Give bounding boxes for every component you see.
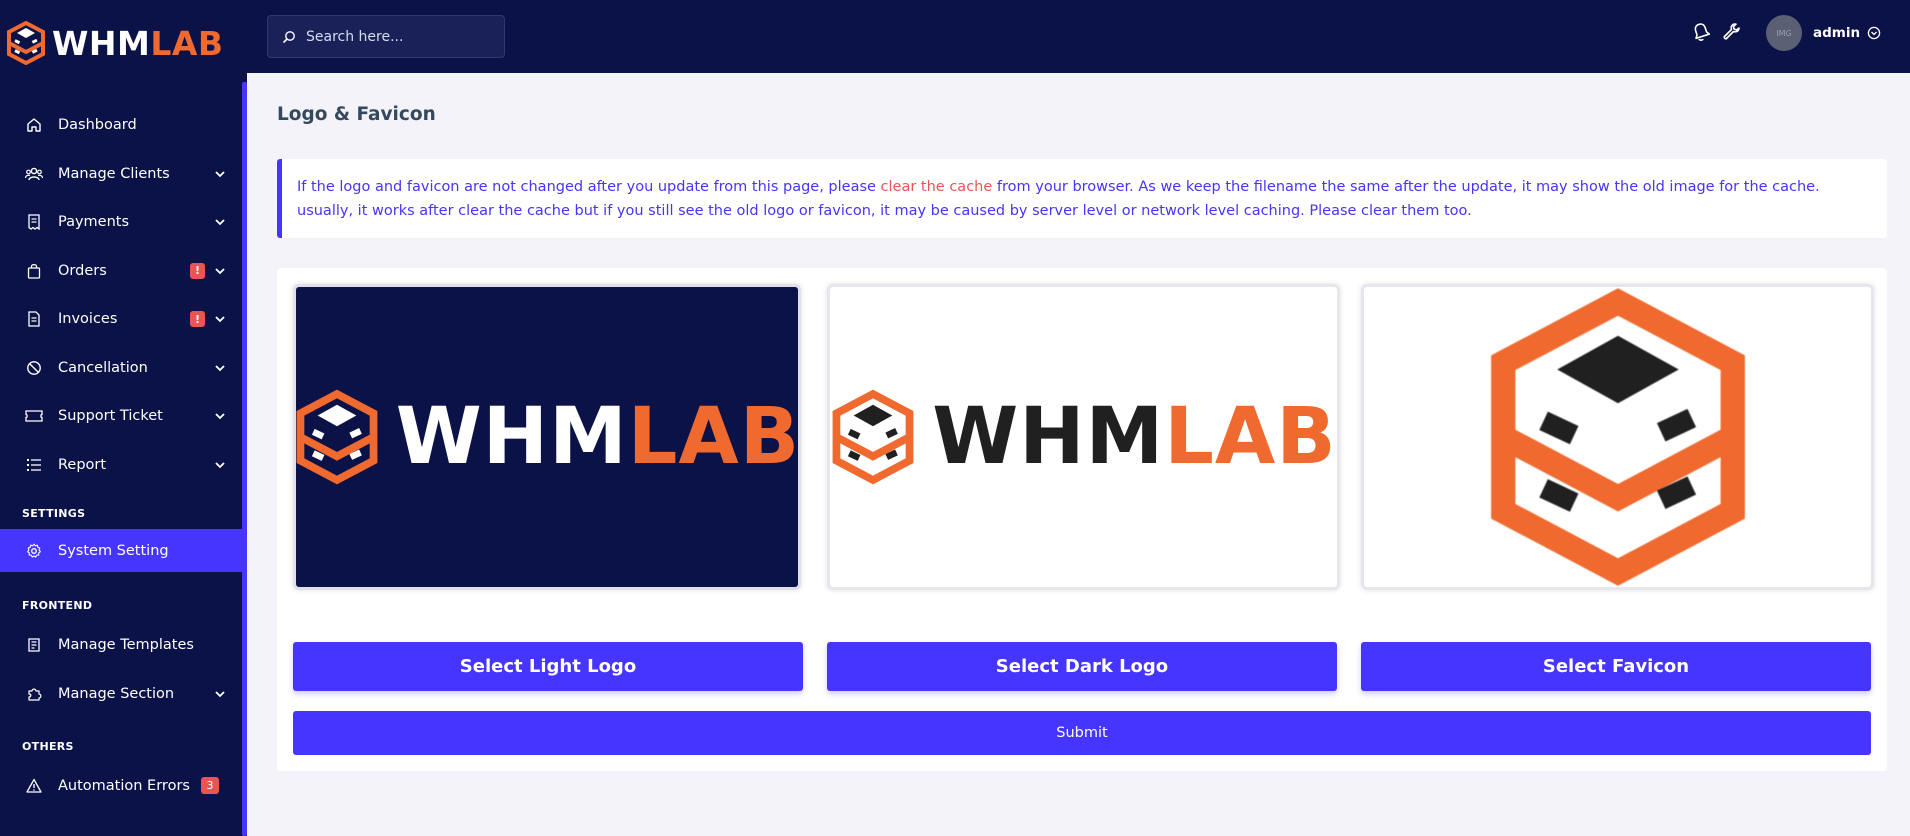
ticket-icon — [24, 406, 44, 426]
notice-clear-cache-text: clear the cache — [880, 179, 993, 195]
sidebar-heading-others: OTHERS — [22, 740, 74, 753]
submit-button[interactable]: Submit — [293, 711, 1871, 755]
dark-logo-image: WHMLAB — [830, 389, 1336, 485]
warning-icon — [24, 776, 44, 796]
sidebar-item-manage-clients[interactable]: Manage Clients — [0, 150, 243, 199]
sidebar-heading-frontend: FRONTEND — [22, 599, 93, 612]
light-logo-word-part1: WHM — [395, 392, 628, 482]
template-icon — [24, 635, 44, 655]
logo-cube-icon — [832, 389, 914, 485]
logo-cube-icon — [296, 389, 378, 485]
brand-name: WHMLAB — [52, 24, 224, 63]
notification-bell-icon[interactable] — [1690, 21, 1712, 43]
chevron-down-icon — [215, 171, 225, 178]
page-title: Logo & Favicon — [277, 104, 436, 125]
home-icon — [24, 115, 44, 135]
gear-icon — [24, 541, 44, 561]
sidebar-item-label: Manage Templates — [58, 637, 194, 654]
favicon-cube-icon — [1490, 288, 1745, 586]
list-icon — [24, 455, 44, 475]
sidebar-item-orders[interactable]: Orders ! — [0, 247, 243, 296]
light-logo-image: WHMLAB — [296, 389, 801, 485]
sidebar-item-manage-templates[interactable]: Manage Templates — [0, 621, 243, 670]
sidebar-item-support-ticket[interactable]: Support Ticket — [0, 392, 243, 441]
cache-notice-alert: If the logo and favicon are not changed … — [277, 159, 1887, 238]
alert-badge: ! — [190, 311, 205, 328]
logo-favicon-card: WHMLAB WHMLAB Select Light Logo Select D… — [277, 268, 1887, 771]
puzzle-icon — [24, 684, 44, 704]
chevron-down-icon — [215, 365, 225, 372]
sidebar-menu: Dashboard Manage Clients Payments Orders… — [0, 101, 243, 811]
sidebar-item-invoices[interactable]: Invoices ! — [0, 295, 243, 344]
alert-badge: ! — [190, 262, 205, 279]
sidebar-item-automation-errors[interactable]: Automation Errors 3 — [0, 762, 243, 811]
select-dark-logo-button[interactable]: Select Dark Logo — [827, 642, 1337, 691]
chevron-down-icon — [215, 462, 225, 469]
error-count-badge: 3 — [201, 777, 219, 795]
select-favicon-button[interactable]: Select Favicon — [1361, 642, 1871, 691]
notice-text-before: If the logo and favicon are not changed … — [297, 179, 881, 195]
sidebar-item-label: System Setting — [58, 542, 169, 559]
brand-name-part1: WHM — [52, 23, 151, 63]
user-menu[interactable]: IMG admin — [1766, 14, 1881, 52]
select-light-logo-button[interactable]: Select Light Logo — [293, 642, 803, 691]
receipt-icon — [24, 212, 44, 232]
user-name[interactable]: admin — [1813, 25, 1860, 41]
sidebar-item-dashboard[interactable]: Dashboard — [0, 101, 243, 150]
light-logo-wordmark: WHMLAB — [395, 392, 801, 482]
light-logo-preview: WHMLAB — [293, 284, 801, 590]
dark-logo-wordmark: WHMLAB — [932, 392, 1336, 482]
brand-logo[interactable]: WHMLAB — [6, 18, 224, 68]
chevron-down-icon — [215, 691, 225, 698]
dark-logo-preview: WHMLAB — [827, 284, 1340, 590]
sidebar-item-label: Dashboard — [58, 117, 137, 134]
dark-logo-word-part2: LAB — [1164, 392, 1337, 482]
search-input[interactable] — [306, 28, 496, 45]
sidebar-item-report[interactable]: Report — [0, 441, 243, 490]
dark-logo-word-part1: WHM — [932, 392, 1165, 482]
brand-name-part2: LAB — [150, 23, 224, 63]
chevron-down-icon — [215, 316, 225, 323]
file-icon — [24, 309, 44, 329]
top-navbar: IMG admin — [247, 0, 1910, 73]
light-logo-word-part2: LAB — [627, 392, 801, 482]
search-box — [267, 15, 505, 58]
sidebar-item-cancellation[interactable]: Cancellation — [0, 344, 243, 393]
sidebar-heading-settings: SETTINGS — [22, 507, 86, 520]
sidebar-item-manage-section[interactable]: Manage Section — [0, 670, 243, 719]
search-icon — [282, 30, 295, 43]
users-icon — [24, 164, 44, 184]
chevron-down-icon — [215, 219, 225, 226]
chevron-down-icon — [215, 268, 225, 275]
sidebar-item-payments[interactable]: Payments — [0, 198, 243, 247]
brand-cube-icon — [7, 21, 45, 65]
wrench-icon[interactable] — [1721, 21, 1743, 43]
favicon-preview — [1361, 284, 1874, 590]
avatar[interactable]: IMG — [1766, 15, 1802, 51]
sidebar: WHMLAB Dashboard Manage Clients Payments — [0, 0, 247, 836]
sidebar-item-system-setting[interactable]: System Setting — [0, 529, 243, 572]
chevron-down-circle-icon[interactable] — [1867, 26, 1881, 40]
ban-icon — [24, 358, 44, 378]
bag-icon — [24, 261, 44, 281]
chevron-down-icon — [215, 413, 225, 420]
